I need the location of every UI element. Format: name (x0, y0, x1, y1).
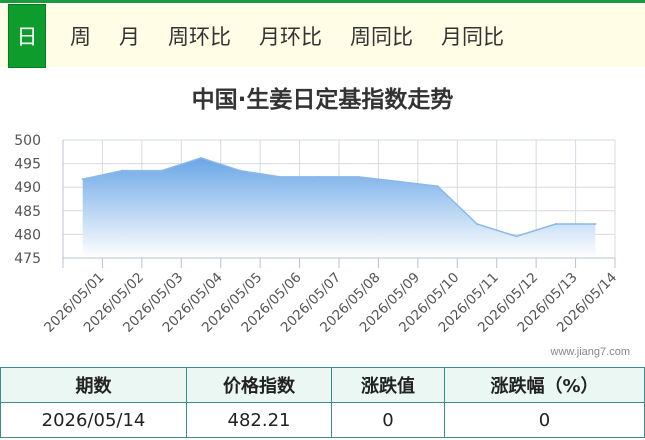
data-point (436, 185, 439, 188)
data-point (476, 223, 478, 226)
header-change-value: 涨跌值 (331, 367, 445, 403)
index-trend-chart: 4754804854904955002026/05/012026/05/0220… (14, 133, 620, 336)
data-point (397, 180, 400, 183)
site-watermark: www.jiang7.com (550, 346, 630, 358)
header-change-percent: 涨跌幅（%） (444, 367, 645, 403)
y-tick-label: 495 (14, 157, 41, 173)
y-tick-label: 475 (14, 251, 41, 267)
latest-index-table: 期数 价格指数 涨跌值 涨跌幅（%） 2026/05/14 482.21 0 0 (0, 367, 645, 438)
table-row: 2026/05/14 482.21 0 0 (0, 402, 645, 438)
y-tick-label: 490 (14, 180, 41, 196)
data-point (239, 169, 242, 172)
data-point (515, 235, 518, 238)
cell-change-percent: 0 (444, 402, 645, 438)
data-point (81, 178, 84, 181)
data-point (278, 175, 281, 178)
cell-change-value: 0 (331, 402, 445, 438)
y-tick-label: 485 (14, 204, 41, 220)
cell-period: 2026/05/14 (0, 402, 187, 438)
data-point (318, 175, 321, 178)
table-header-row: 期数 价格指数 涨跌值 涨跌幅（%） (0, 367, 645, 403)
header-price-index: 价格指数 (186, 367, 332, 403)
y-tick-label: 480 (14, 227, 41, 243)
cell-price-index: 482.21 (186, 402, 332, 438)
data-point (160, 169, 163, 172)
data-point (121, 169, 124, 172)
data-point (357, 175, 360, 178)
data-point (554, 223, 557, 226)
data-point (200, 156, 202, 159)
data-point (594, 222, 597, 225)
y-tick-label: 500 (14, 133, 41, 149)
header-period: 期数 (0, 367, 187, 403)
